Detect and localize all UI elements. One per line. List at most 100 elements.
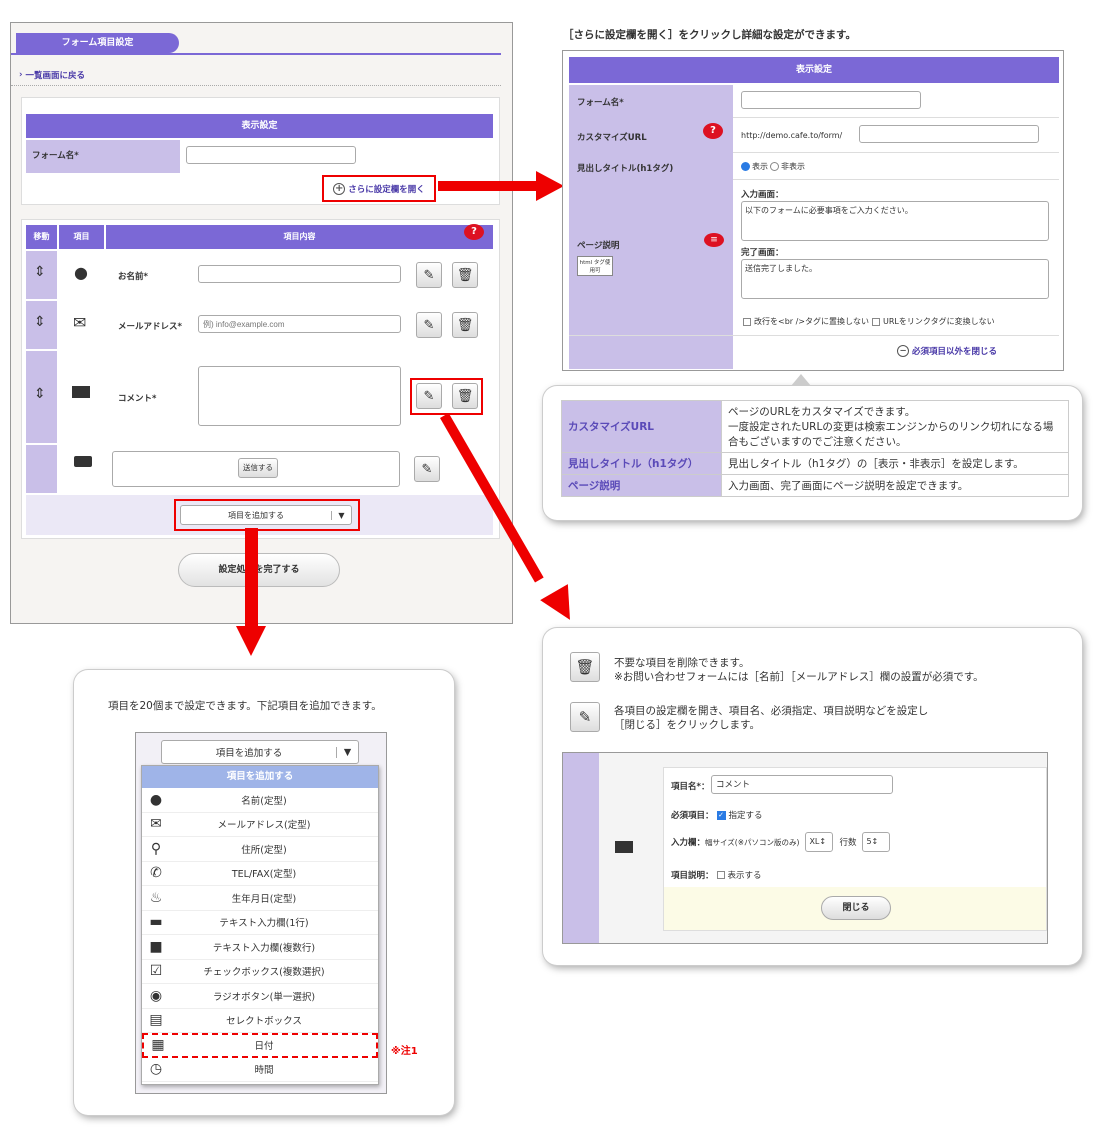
- desc-row[interactable]: 項目説明： 表示する: [671, 869, 762, 881]
- mail-icon: ✉: [150, 816, 162, 833]
- note-label: ※注1: [391, 1046, 418, 1057]
- help-icon[interactable]: ?: [464, 224, 484, 240]
- list-item[interactable]: ☑ チェックボックス(複数選択): [142, 960, 378, 984]
- width-label: 幅サイズ(※パソコン版のみ): [705, 837, 800, 847]
- arrowhead-right: [536, 171, 564, 201]
- input-label: 入力欄：: [671, 838, 706, 848]
- cake-icon: ♨: [149, 889, 163, 906]
- item-label: メールアドレス(定型): [217, 820, 311, 832]
- edit-icon[interactable]: ✎: [416, 383, 442, 409]
- move-icon[interactable]: ⇕: [34, 386, 46, 402]
- list-item[interactable]: ✆ TEL/FAX(定型): [142, 862, 378, 886]
- table-key: カスタマイズURL: [561, 400, 722, 453]
- required-label: 必須項目：: [671, 811, 714, 821]
- page-desc-label: ページ説明: [577, 241, 620, 251]
- person-icon: ●: [149, 791, 163, 808]
- move-icon[interactable]: ⇕: [34, 314, 46, 330]
- right-caption: ［さらに設定欄を開く］をクリックし詳細な設定ができます。: [563, 29, 856, 41]
- name-input[interactable]: [198, 265, 401, 283]
- checkbox-checked-icon: ✓: [716, 810, 726, 820]
- close-link-label: 必須項目以外を閉じる: [912, 347, 998, 357]
- rows-select[interactable]: 5↕: [862, 832, 891, 852]
- list-item[interactable]: ⚲ 住所(定型): [142, 837, 378, 862]
- add-item-select[interactable]: 項目を追加する ▼: [180, 505, 352, 525]
- plus-circle-icon: +: [333, 182, 346, 195]
- radio-checked-icon: [741, 162, 750, 171]
- list-header: 項目を追加する: [142, 766, 378, 788]
- checkbox-icon: [872, 317, 881, 326]
- form-name-input[interactable]: [186, 146, 356, 164]
- page-tab: フォーム項目設定: [16, 33, 179, 53]
- show-hide-radios[interactable]: 表示 非表示: [741, 161, 805, 172]
- textfield-icon: ▬: [149, 914, 163, 931]
- list-item[interactable]: ◉ ラジオボタン(単一選択): [142, 984, 378, 1009]
- trash-text-2: ※お問い合わせフォームには［名前］［メールアドレス］欄の設置が必須です。: [614, 671, 984, 683]
- edit-icon: ✎: [570, 702, 600, 732]
- close-link[interactable]: − 必須項目以外を閉じる: [897, 345, 997, 357]
- edit-icon[interactable]: ✎: [416, 262, 442, 288]
- table-value: 入力画面、完了画面にページ説明を設定できます。: [721, 474, 1069, 497]
- calendar-icon: ▦: [151, 1037, 165, 1054]
- complete-button[interactable]: 設定処理を完了する: [178, 553, 340, 587]
- url-input[interactable]: [859, 125, 1039, 143]
- info-callout: カスタマイズURL ページのURLをカスタマイズできます。 一度設定されたURLの…: [543, 374, 1082, 520]
- arrow-right: [438, 181, 540, 191]
- item-label: セレクトボックス: [226, 1016, 302, 1028]
- settings-card: 表示設定 フォーム名* + さらに設定欄を開く: [21, 97, 500, 205]
- options-row[interactable]: 改行を<br />タグに置換しない URLをリンクタグに変換しない: [743, 316, 995, 327]
- list-item[interactable]: ▬ テキスト入力欄(1行): [142, 911, 378, 935]
- open-more-link[interactable]: + さらに設定欄を開く: [322, 175, 436, 202]
- help-icon[interactable]: ?: [703, 123, 723, 139]
- list-item[interactable]: ♨ 生年月日(定型): [142, 886, 378, 911]
- arrow-down: [245, 528, 258, 628]
- add-item-select[interactable]: 項目を追加する ▼: [161, 740, 359, 764]
- input-screen-textarea[interactable]: 以下のフォームに必要事項をご入力ください。: [741, 201, 1049, 241]
- close-button[interactable]: 閉じる: [821, 896, 891, 920]
- trash-icon: 🗑: [570, 652, 600, 682]
- clock-icon: ◷: [149, 1061, 163, 1078]
- item-name-input[interactable]: コメント: [711, 775, 893, 794]
- list-item[interactable]: ● 名前(定型): [142, 788, 378, 813]
- heading-title-label: 見出しタイトル(h1タグ): [577, 164, 674, 174]
- checkbox-icon: [743, 317, 751, 326]
- item-label: 時間: [254, 1065, 274, 1077]
- add-caption: 項目を20個まで設定できます。下記項目を追加できます。: [108, 700, 382, 712]
- required-check-label: 指定する: [728, 811, 763, 821]
- textarea-icon: ■: [149, 938, 163, 955]
- trash-icon[interactable]: 🗑: [452, 312, 478, 338]
- person-icon: ●: [74, 263, 88, 282]
- rows-value: 5: [866, 837, 872, 846]
- list-item[interactable]: ◷ 時間: [142, 1058, 378, 1082]
- edit-icon[interactable]: ✎: [414, 456, 440, 482]
- required-row[interactable]: 必須項目： ✓ 指定する: [671, 809, 763, 821]
- note-icon: ≡: [704, 233, 724, 247]
- form-name-label: フォーム名*: [26, 140, 180, 173]
- width-select[interactable]: XL↕: [805, 832, 834, 852]
- table-value: ページのURLをカスタマイズできます。 一度設定されたURLの変更は検索エンジン…: [721, 400, 1069, 453]
- back-link[interactable]: › 一覧画面に戻る: [19, 69, 85, 81]
- opt-url-label: URLをリンクタグに変換しない: [883, 317, 995, 326]
- edit-icon[interactable]: ✎: [416, 312, 442, 338]
- move-icon[interactable]: ⇕: [34, 264, 46, 280]
- list-item[interactable]: ▦ 日付: [142, 1033, 378, 1058]
- html-tag-badge: html タグ使用可: [577, 256, 613, 276]
- done-screen-textarea[interactable]: 送信完了しました。: [741, 259, 1049, 299]
- chevron-down-icon: ▼: [331, 510, 351, 520]
- submit-button[interactable]: 送信する: [238, 458, 278, 478]
- comment-textarea[interactable]: [198, 366, 401, 426]
- minus-circle-icon: −: [897, 345, 909, 357]
- trash-icon[interactable]: 🗑: [452, 262, 478, 288]
- email-input[interactable]: [198, 315, 401, 333]
- list-item[interactable]: ▤ セレクトボックス: [142, 1009, 378, 1033]
- item-label: テキスト入力欄(複数行): [212, 942, 316, 954]
- selectbox-icon: ▤: [149, 1012, 163, 1029]
- row-label: コメント*: [118, 394, 157, 404]
- display-header: 表示設定: [26, 114, 493, 138]
- list-item[interactable]: ■ テキスト入力欄(複数行): [142, 935, 378, 960]
- form-name-input[interactable]: [741, 91, 921, 109]
- items-card: 移動 項目 項目内容 ? ⇕ ● お名前* ✎ 🗑 ⇕ ✉ メールアドレス* ✎…: [21, 219, 500, 539]
- item-name-label: 項目名*：: [671, 782, 710, 792]
- trash-icon[interactable]: 🗑: [452, 383, 478, 409]
- table-key: 見出しタイトル（h1タグ）: [561, 452, 722, 475]
- list-item[interactable]: ✉ メールアドレス(定型): [142, 813, 378, 837]
